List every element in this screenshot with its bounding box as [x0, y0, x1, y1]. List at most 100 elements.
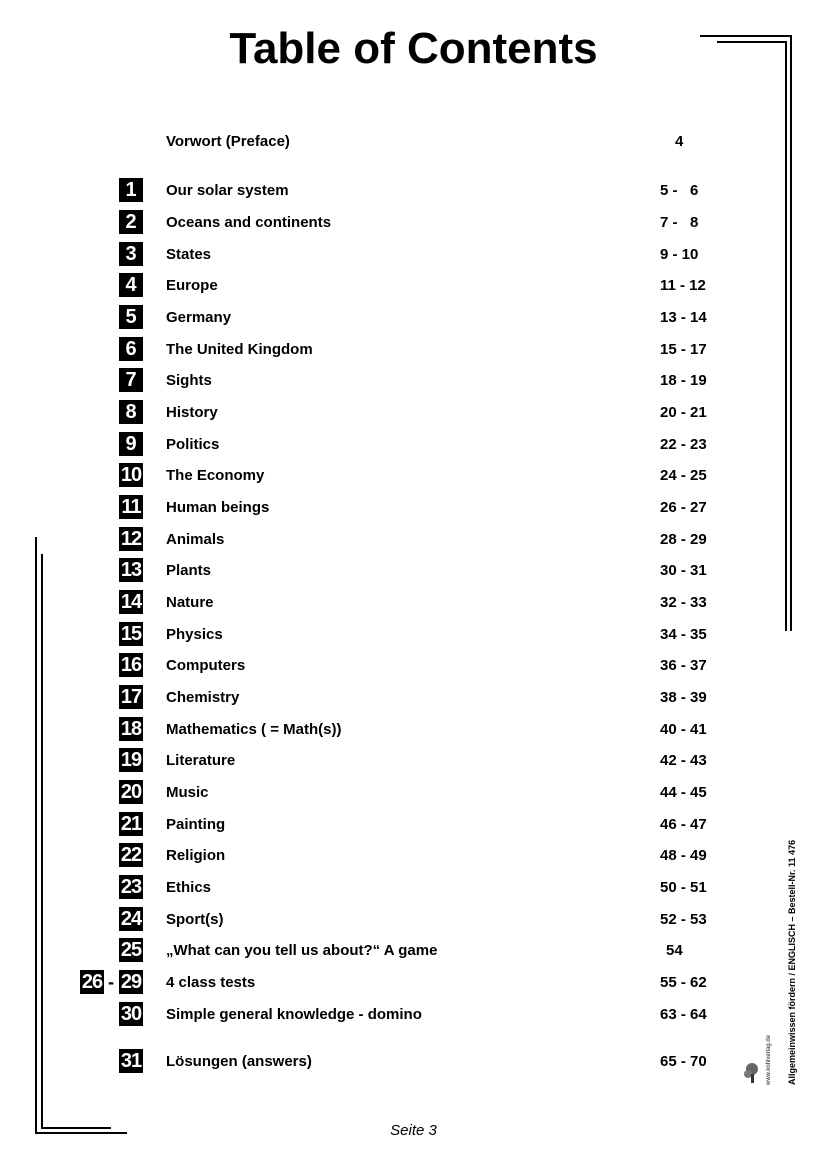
- toc-label: The United Kingdom: [166, 341, 313, 358]
- toc-pages: 7 - 8: [660, 214, 699, 231]
- toc-label: Chemistry: [166, 689, 240, 706]
- toc-entry[interactable]: 16 Computers 36 - 37: [0, 653, 827, 679]
- toc-label: History: [166, 404, 218, 421]
- toc-pages: 20 - 21: [660, 404, 707, 421]
- toc-pages: 38 - 39: [660, 689, 707, 706]
- toc-entry[interactable]: 23 Ethics 50 - 51: [0, 875, 827, 901]
- toc-pages: 4: [675, 133, 684, 150]
- chapter-number-badge: 10: [119, 463, 143, 487]
- toc-label: 4 class tests: [166, 974, 256, 991]
- toc-entry[interactable]: 7 Sights 18 - 19: [0, 368, 827, 394]
- toc-pages: 34 - 35: [660, 626, 707, 643]
- chapter-number-badge: 8: [119, 400, 143, 424]
- toc-label: Simple general knowledge - domino: [166, 1006, 422, 1023]
- chapter-number-badge: 1: [119, 178, 143, 202]
- chapter-number-badge: 7: [119, 368, 143, 392]
- toc-pages: 54: [666, 942, 683, 959]
- toc-entry[interactable]: 9 Politics 22 - 23: [0, 432, 827, 458]
- tree-logo-icon: [744, 1063, 758, 1083]
- page-title: Table of Contents: [229, 24, 598, 73]
- toc-entry[interactable]: 4 Europe 11 - 12: [0, 273, 827, 299]
- toc-entry[interactable]: 10 The Economy 24 - 25: [0, 463, 827, 489]
- chapter-number-badge: 5: [119, 305, 143, 329]
- toc-label: Plants: [166, 562, 212, 579]
- toc-entry[interactable]: 21 Painting 46 - 47: [0, 812, 827, 838]
- toc-label: Animals: [166, 531, 225, 548]
- chapter-number-badge: 18: [119, 717, 143, 741]
- toc-label: States: [166, 246, 212, 263]
- toc-pages: 30 - 31: [660, 562, 707, 579]
- toc-label: Europe: [166, 277, 218, 294]
- toc-entry[interactable]: 11 Human beings 26 - 27: [0, 495, 827, 521]
- toc-label: Politics: [166, 436, 220, 453]
- toc-label: Physics: [166, 626, 223, 643]
- toc-entry[interactable]: 25 „What can you tell us about?“ A game 54: [0, 938, 827, 964]
- chapter-number-badge: 19: [119, 748, 143, 772]
- publisher-website: www.kohlverlag.de: [766, 1034, 772, 1085]
- toc-entry[interactable]: 8 History 20 - 21: [0, 400, 827, 426]
- toc-pages: 13 - 14: [660, 309, 707, 326]
- toc-label: Computers: [166, 657, 246, 674]
- toc-label: „What can you tell us about?“ A game: [166, 942, 438, 959]
- toc-pages: 5 - 6: [660, 182, 699, 199]
- toc-entry[interactable]: 2 Oceans and continents 7 - 8: [0, 210, 827, 236]
- chapter-number-badge: 14: [119, 590, 143, 614]
- toc-pages: 50 - 51: [660, 879, 707, 896]
- chapter-number-badge: 24: [119, 907, 143, 931]
- toc-entry[interactable]: 5 Germany 13 - 14: [0, 305, 827, 331]
- toc-entry[interactable]: 26-29 4 class tests 55 - 62: [0, 970, 827, 996]
- toc-label: Our solar system: [166, 182, 289, 199]
- chapter-number-badge: 21: [119, 812, 143, 836]
- toc-entry[interactable]: 12 Animals 28 - 29: [0, 527, 827, 553]
- chapter-number-badge: 3: [119, 242, 143, 266]
- toc-pages: 46 - 47: [660, 816, 707, 833]
- toc-entry[interactable]: 22 Religion 48 - 49: [0, 843, 827, 869]
- toc-pages: 24 - 25: [660, 467, 707, 484]
- toc-entry[interactable]: 24 Sport(s) 52 - 53: [0, 907, 827, 933]
- toc-label: Oceans and continents: [166, 214, 332, 231]
- chapter-number-badge: 26: [80, 970, 104, 994]
- chapter-number-badge: 23: [119, 875, 143, 899]
- toc-entry[interactable]: 14 Nature 32 - 33: [0, 590, 827, 616]
- toc-preface[interactable]: Vorwort (Preface) 4: [0, 129, 827, 155]
- chapter-number-badge: 2: [119, 210, 143, 234]
- toc-pages: 28 - 29: [660, 531, 707, 548]
- chapter-number-badge: 30: [119, 1002, 143, 1026]
- toc-label: Sights: [166, 372, 212, 389]
- toc-entry[interactable]: 18 Mathematics ( = Math(s)) 40 - 41: [0, 717, 827, 743]
- toc-pages: 11 - 12: [660, 277, 706, 294]
- toc-entry[interactable]: 13 Plants 30 - 31: [0, 558, 827, 584]
- chapter-number-badge: 4: [119, 273, 143, 297]
- toc-pages: 26 - 27: [660, 499, 707, 516]
- page-number: Seite 3: [390, 1122, 437, 1139]
- toc-entry[interactable]: 19 Literature 42 - 43: [0, 748, 827, 774]
- toc-label: Germany: [166, 309, 232, 326]
- toc-entry[interactable]: 3 States 9 - 10: [0, 242, 827, 268]
- toc-entry[interactable]: 20 Music 44 - 45: [0, 780, 827, 806]
- chapter-number-badge: 15: [119, 622, 143, 646]
- frame-top-outer: [700, 35, 792, 37]
- toc-pages: 65 - 70: [660, 1053, 707, 1070]
- toc-label: Nature: [166, 594, 214, 611]
- chapter-number-badge: 11: [119, 495, 143, 519]
- toc-label: Religion: [166, 847, 226, 864]
- chapter-number-badge: 12: [119, 527, 143, 551]
- chapter-number-badge: 9: [119, 432, 143, 456]
- toc-pages: 15 - 17: [660, 341, 707, 358]
- toc-entry[interactable]: 30 Simple general knowledge - domino 63 - …: [0, 1002, 827, 1028]
- toc-pages: 9 - 10: [660, 246, 699, 263]
- toc-label: Music: [166, 784, 209, 801]
- toc-pages: 52 - 53: [660, 911, 707, 928]
- toc-label: Ethics: [166, 879, 212, 896]
- toc-pages: 22 - 23: [660, 436, 707, 453]
- chapter-number-badge: 16: [119, 653, 143, 677]
- chapter-number-badge: 22: [119, 843, 143, 867]
- toc-label: Literature: [166, 752, 236, 769]
- toc-entry[interactable]: 1 Our solar system 5 - 6: [0, 178, 827, 204]
- toc-entry[interactable]: 15 Physics 34 - 35: [0, 622, 827, 648]
- toc-entry[interactable]: 6 The United Kingdom 15 - 17: [0, 337, 827, 363]
- toc-entry[interactable]: 17 Chemistry 38 - 39: [0, 685, 827, 711]
- toc-label: Human beings: [166, 499, 270, 516]
- chapter-number-badge: 13: [119, 558, 143, 582]
- toc-entry[interactable]: 31 Lösungen (answers) 65 - 70: [0, 1049, 827, 1075]
